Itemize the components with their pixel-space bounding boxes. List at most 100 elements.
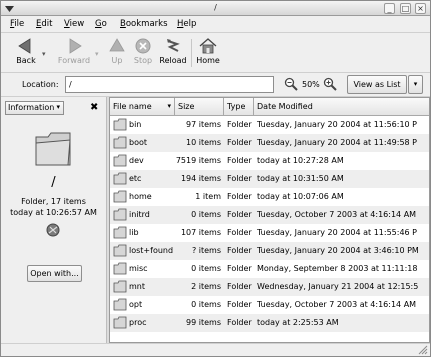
folder-icon	[113, 118, 127, 131]
file-size: 0 items	[191, 300, 221, 309]
file-size: 7519 items	[175, 156, 221, 165]
side-pane: Information ▾ ✖ / Folder, 17 items today…	[1, 97, 106, 343]
file-size: 99 items	[186, 318, 221, 327]
status-bar	[1, 343, 430, 356]
file-row[interactable]: proc 99 items Folder today at 2:25:53 AM	[110, 314, 429, 332]
zoom-level[interactable]: 50%	[302, 80, 320, 89]
reload-button[interactable]: Reload	[158, 38, 188, 65]
file-type: Folder	[227, 282, 252, 291]
forward-arrow-icon	[69, 38, 82, 54]
stop-icon	[135, 38, 151, 54]
title-bar: / _ □ ×	[1, 1, 430, 16]
file-row[interactable]: dev 7519 items Folder today at 10:27:28 …	[110, 152, 429, 170]
file-row[interactable]: opt 0 items Folder Tuesday, October 7 20…	[110, 296, 429, 314]
menu-go[interactable]: Go	[95, 19, 107, 29]
file-type: Folder	[227, 264, 252, 273]
file-name: etc	[129, 174, 142, 183]
file-date: today at 10:07:06 AM	[257, 192, 344, 201]
toolbar: Back ▾ Forward ▾ Up Stop Reload Home	[1, 33, 430, 73]
menu-bar: File Edit View Go Bookmarks Help	[1, 16, 430, 33]
file-manager-window: / _ □ × File Edit View Go Bookmarks Help…	[0, 0, 431, 357]
file-name: initrd	[129, 210, 150, 219]
folder-icon	[113, 244, 127, 257]
view-as-list-button[interactable]: View as List	[347, 75, 407, 94]
menu-view[interactable]: View	[64, 19, 84, 29]
file-row[interactable]: misc 0 items Folder Monday, September 8 …	[110, 260, 429, 278]
resize-grip-icon[interactable]	[418, 345, 428, 355]
file-row[interactable]: home 1 item Folder today at 10:07:06 AM	[110, 188, 429, 206]
menu-bookmarks[interactable]: Bookmarks	[120, 19, 168, 29]
file-date: Tuesday, October 7 2003 at 4:16:14 AM	[257, 300, 417, 309]
file-row[interactable]: lost+found ? items Folder Tuesday, Janua…	[110, 242, 429, 260]
view-dropdown-button[interactable]: ▾	[408, 75, 423, 94]
side-pane-selector[interactable]: Information ▾	[5, 101, 64, 115]
home-icon	[199, 38, 217, 54]
file-row[interactable]: initrd 0 items Folder Tuesday, October 7…	[110, 206, 429, 224]
file-size: 107 items	[180, 228, 221, 237]
file-type: Folder	[227, 174, 252, 183]
close-window-button[interactable]: ×	[415, 3, 426, 14]
file-date: Monday, September 8 2003 at 11:11:18	[257, 264, 418, 273]
file-name: lost+found	[129, 246, 174, 255]
file-date: today at 10:27:28 AM	[257, 156, 344, 165]
file-size: ? items	[191, 246, 221, 255]
chevron-down-icon: ▾	[56, 103, 60, 111]
column-header-size[interactable]: Size	[175, 98, 224, 116]
file-size: 10 items	[186, 138, 221, 147]
file-type: Folder	[227, 120, 252, 129]
file-row[interactable]: bin 97 items Folder Tuesday, January 20 …	[110, 116, 429, 134]
file-name: misc	[129, 264, 148, 273]
maximize-button[interactable]: □	[400, 3, 411, 14]
location-label: Location:	[22, 80, 59, 89]
menu-file[interactable]: File	[10, 19, 24, 29]
file-type: Folder	[227, 318, 252, 327]
file-name: dev	[129, 156, 144, 165]
file-date: Tuesday, January 20 2004 at 11:56:10 P	[257, 120, 418, 129]
file-row[interactable]: mnt 2 items Folder Wednesday, January 21…	[110, 278, 429, 296]
emblem-icon	[46, 223, 60, 237]
zoom-in-icon[interactable]	[323, 77, 337, 91]
back-button[interactable]: Back	[13, 38, 39, 65]
file-size: 2 items	[191, 282, 221, 291]
file-row[interactable]: etc 194 items Folder today at 10:31:50 A…	[110, 170, 429, 188]
forward-button[interactable]: Forward	[57, 38, 91, 65]
file-row[interactable]: lib 107 items Folder Tuesday, January 20…	[110, 224, 429, 242]
folder-icon	[113, 136, 127, 149]
up-button[interactable]: Up	[107, 38, 127, 65]
stop-button[interactable]: Stop	[132, 38, 154, 65]
forward-history-dropdown[interactable]: ▾	[95, 50, 99, 58]
file-list: File name ▾ Size Type Date Modified bin …	[109, 97, 430, 343]
file-name: bin	[129, 120, 142, 129]
column-header-name[interactable]: File name ▾	[110, 98, 175, 116]
folder-large-icon	[35, 132, 71, 166]
file-date: today at 2:25:53 AM	[257, 318, 339, 327]
file-name: lib	[129, 228, 139, 237]
file-name: proc	[129, 318, 147, 327]
column-header-type[interactable]: Type	[224, 98, 254, 116]
file-size: 0 items	[191, 210, 221, 219]
file-type: Folder	[227, 138, 252, 147]
file-name: home	[129, 192, 152, 201]
folder-icon	[113, 280, 127, 293]
home-button[interactable]: Home	[195, 38, 221, 65]
file-size: 194 items	[180, 174, 221, 183]
minimize-button[interactable]: _	[384, 3, 395, 14]
folder-icon	[113, 208, 127, 221]
folder-name: /	[51, 175, 56, 190]
column-header-date[interactable]: Date Modified	[254, 98, 429, 116]
open-with-button[interactable]: Open with...	[27, 265, 82, 282]
file-name: mnt	[129, 282, 145, 291]
close-side-pane-icon[interactable]: ✖	[90, 102, 98, 113]
file-row[interactable]: boot 10 items Folder Tuesday, January 20…	[110, 134, 429, 152]
back-history-dropdown[interactable]: ▾	[42, 50, 46, 58]
chevron-down-icon: ▾	[413, 80, 418, 88]
zoom-out-icon[interactable]	[284, 77, 298, 91]
up-arrow-icon	[109, 38, 125, 52]
file-name: opt	[129, 300, 143, 309]
toolbar-separator	[191, 39, 192, 67]
folder-icon	[113, 316, 127, 329]
window-title: /	[214, 3, 217, 12]
menu-edit[interactable]: Edit	[36, 19, 52, 29]
location-input[interactable]: /	[65, 76, 274, 93]
menu-help[interactable]: Help	[177, 19, 196, 29]
